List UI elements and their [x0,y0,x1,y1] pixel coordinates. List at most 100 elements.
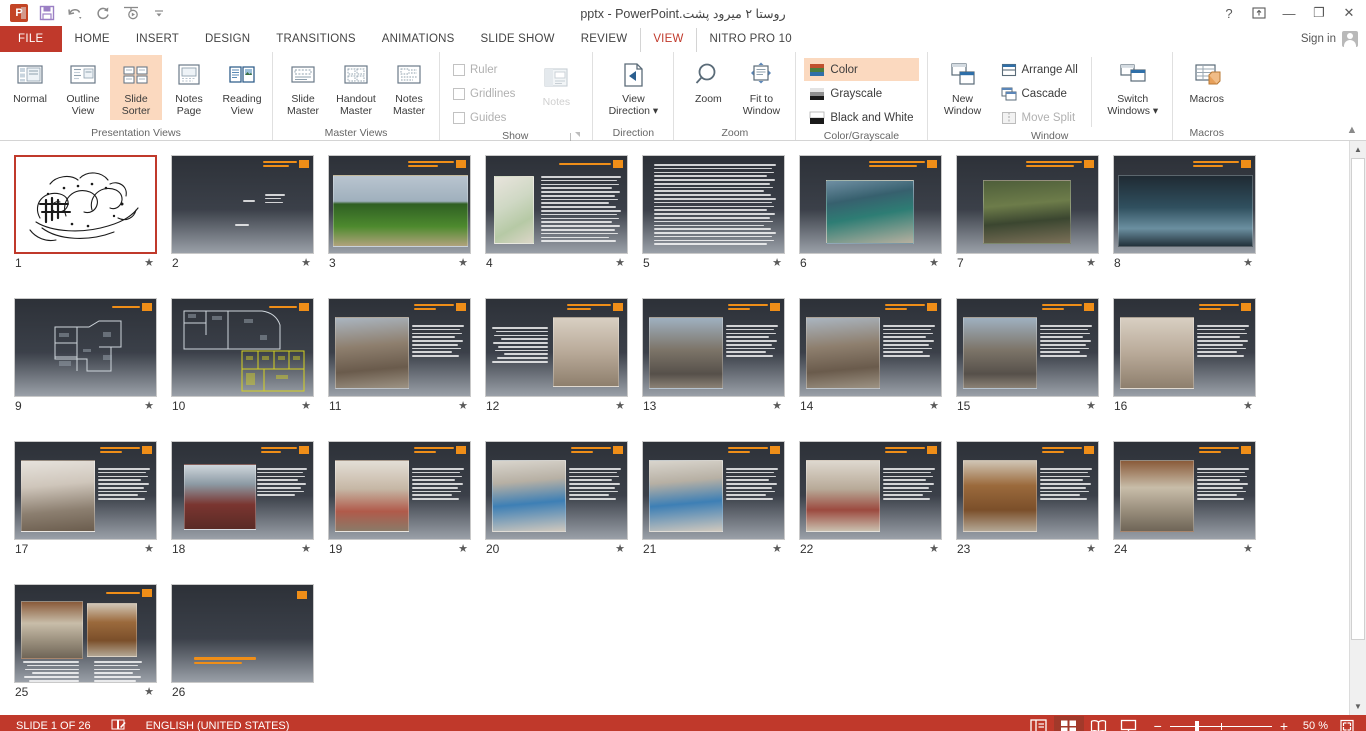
minimize-button[interactable]: — [1274,1,1304,25]
tab-home[interactable]: HOME [62,26,123,52]
slide-transition-icon[interactable]: ★ [772,257,782,269]
slide-thumbnail-frame[interactable] [956,298,1099,397]
slide-thumbnail-1[interactable]: 1 ★ [14,155,171,298]
slide-thumbnail-25[interactable]: 25 ★ [14,584,171,715]
slide-thumbnail-6[interactable]: 6 ★ [799,155,956,298]
slide-thumbnail-21[interactable]: 21 ★ [642,441,799,584]
spelling-status[interactable] [101,718,136,731]
slide-thumbnail-frame[interactable] [14,441,157,540]
zoom-slider[interactable]: − + [1144,719,1298,731]
cascade-button[interactable]: Cascade [996,82,1083,105]
slide-transition-icon[interactable]: ★ [301,543,311,555]
vertical-scrollbar[interactable]: ▲ ▼ [1349,141,1366,715]
slide-thumbnail-13[interactable]: 13 ★ [642,298,799,441]
slide-transition-icon[interactable]: ★ [458,543,468,555]
slide-thumbnail-20[interactable]: 20 ★ [485,441,642,584]
slide-thumbnail-frame[interactable] [642,441,785,540]
zoom-out-button[interactable]: − [1154,719,1162,731]
tab-file[interactable]: FILE [0,26,62,52]
slide-transition-icon[interactable]: ★ [929,400,939,412]
reading-view-button[interactable]: Reading View [216,55,268,120]
slide-transition-icon[interactable]: ★ [1243,543,1253,555]
slide-transition-icon[interactable]: ★ [144,400,154,412]
slide-thumbnail-frame[interactable] [485,441,628,540]
slide-transition-icon[interactable]: ★ [144,686,154,698]
arrange-all-button[interactable]: Arrange All [996,58,1083,81]
slide-thumbnail-frame[interactable] [485,298,628,397]
slide-thumbnail-7[interactable]: 7 ★ [956,155,1113,298]
slide-counter[interactable]: SLIDE 1 OF 26 [6,720,101,731]
zoom-level-label[interactable]: 50 % [1298,720,1334,731]
tab-insert[interactable]: INSERT [123,26,192,52]
slide-transition-icon[interactable]: ★ [1086,543,1096,555]
slide-thumbnail-frame[interactable] [642,155,785,254]
start-slideshow-icon[interactable] [118,2,144,24]
slide-thumbnail-frame[interactable] [328,155,471,254]
normal-view-button-status[interactable] [1024,716,1054,731]
powerpoint-logo-icon[interactable]: P [6,2,32,24]
slide-transition-icon[interactable]: ★ [615,543,625,555]
slide-thumbnail-frame[interactable] [485,155,628,254]
tab-transitions[interactable]: TRANSITIONS [263,26,369,52]
slide-transition-icon[interactable]: ★ [772,543,782,555]
slide-thumbnail-frame[interactable] [14,155,157,254]
tab-review[interactable]: REVIEW [568,26,641,52]
slide-thumbnail-18[interactable]: 18 ★ [171,441,328,584]
notes-master-button[interactable]: Notes Master [383,55,435,120]
slide-thumbnail-frame[interactable] [1113,441,1256,540]
slide-thumbnail-11[interactable]: 11 ★ [328,298,485,441]
tab-animations[interactable]: ANIMATIONS [369,26,468,52]
signin-area[interactable]: Sign in [1301,26,1366,52]
slide-transition-icon[interactable]: ★ [301,257,311,269]
macros-button[interactable]: Macros [1181,55,1233,109]
slide-master-button[interactable]: Slide Master [277,55,329,120]
slide-thumbnail-16[interactable]: 16 ★ [1113,298,1270,441]
slide-thumbnail-15[interactable]: 15 ★ [956,298,1113,441]
slide-thumbnail-4[interactable]: 4 ★ [485,155,642,298]
help-icon[interactable]: ? [1214,1,1244,25]
slide-thumbnail-frame[interactable] [14,584,157,683]
collapse-ribbon-icon[interactable]: ▲ [1344,124,1360,138]
slide-thumbnail-3[interactable]: 3 ★ [328,155,485,298]
slide-transition-icon[interactable]: ★ [458,257,468,269]
slide-thumbnail-frame[interactable] [328,441,471,540]
slide-transition-icon[interactable]: ★ [615,257,625,269]
scrollbar-thumb[interactable] [1351,158,1365,640]
undo-icon[interactable] [62,2,88,24]
zoom-in-button[interactable]: + [1280,719,1288,731]
slide-thumbnail-19[interactable]: 19 ★ [328,441,485,584]
slide-transition-icon[interactable]: ★ [772,400,782,412]
slide-thumbnail-frame[interactable] [171,441,314,540]
slide-thumbnail-frame[interactable] [328,298,471,397]
slide-thumbnail-8[interactable]: 8 ★ [1113,155,1270,298]
slide-thumbnail-12[interactable]: 12 ★ [485,298,642,441]
slide-sorter-pane[interactable]: 1 ★ 2 ★ 3 ★ 4 ★ 5 ★ 6 ★ 7 ★ 8 ★ 9 ★ 10 ★ 11 ★ 12 ★ 13 ★ 14 ★ 15 ★ 16 ★ 1… [0,141,1349,715]
slide-thumbnail-frame[interactable] [171,298,314,397]
slide-transition-icon[interactable]: ★ [929,257,939,269]
slide-transition-icon[interactable]: ★ [1243,400,1253,412]
slide-transition-icon[interactable]: ★ [1086,257,1096,269]
slide-thumbnail-frame[interactable] [799,155,942,254]
slide-sorter-button[interactable]: Slide Sorter [110,55,162,120]
fit-to-window-button[interactable]: Fit to Window [735,55,787,120]
slide-thumbnail-frame[interactable] [642,298,785,397]
notes-pane-button[interactable]: Notes [530,58,582,112]
new-window-button[interactable]: New Window [934,55,992,120]
reading-view-button-status[interactable] [1084,716,1114,731]
switch-windows-button[interactable]: Switch Windows ▾ [1100,55,1166,120]
fit-slide-to-window-icon[interactable] [1334,716,1360,731]
slide-thumbnail-frame[interactable] [956,155,1099,254]
slide-thumbnail-2[interactable]: 2 ★ [171,155,328,298]
guides-checkbox[interactable]: Guides [448,106,520,129]
slide-transition-icon[interactable]: ★ [1243,257,1253,269]
slide-thumbnail-frame[interactable] [1113,155,1256,254]
slide-thumbnail-frame[interactable] [799,441,942,540]
outline-view-button[interactable]: Outline View [57,55,109,120]
slide-thumbnail-9[interactable]: 9 ★ [14,298,171,441]
slide-transition-icon[interactable]: ★ [144,543,154,555]
language-status[interactable]: ENGLISH (UNITED STATES) [136,720,300,731]
slide-transition-icon[interactable]: ★ [458,400,468,412]
save-icon[interactable] [34,2,60,24]
slide-thumbnail-frame[interactable] [956,441,1099,540]
normal-view-button[interactable]: Normal [4,55,56,109]
